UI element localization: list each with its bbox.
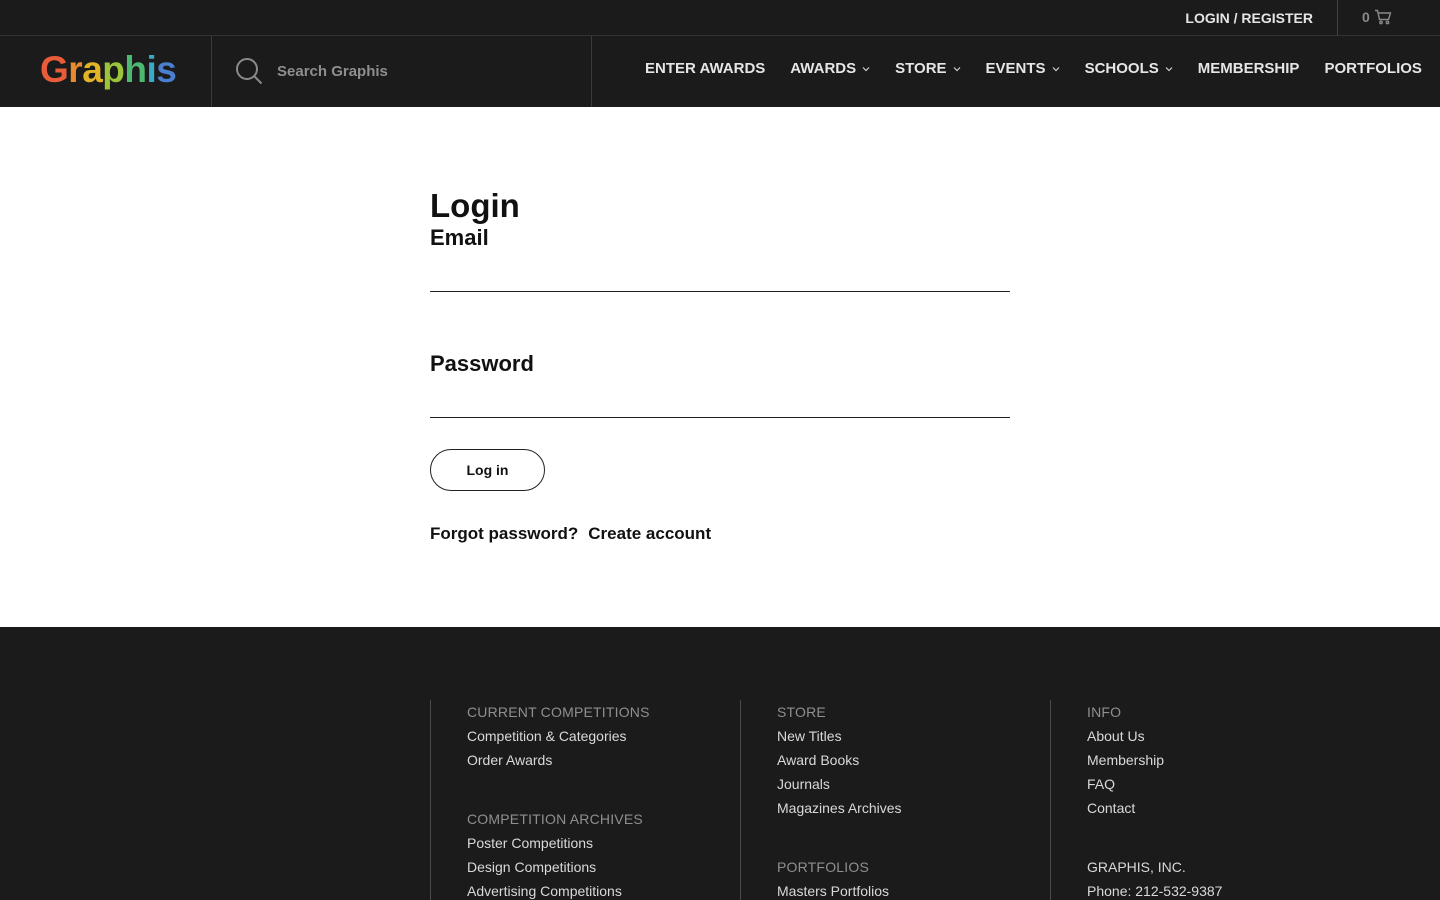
- nav-item-store[interactable]: STORE: [895, 60, 960, 77]
- main-nav: ENTER AWARDS AWARDS STORE EVENTS SCHOOLS MEMB…: [645, 60, 1422, 77]
- header-divider: [591, 36, 592, 107]
- footer-heading: CURRENT COMPETITIONS: [467, 704, 650, 720]
- company-phone: Phone: 212-532-9387: [1087, 883, 1223, 899]
- nav-item-label: MEMBERSHIP: [1197, 60, 1300, 77]
- nav-item-events[interactable]: EVENTS: [986, 60, 1060, 77]
- nav-item-enter-awards[interactable]: ENTER AWARDS: [645, 60, 765, 77]
- footer-link[interactable]: Design Competitions: [467, 855, 740, 879]
- chevron-down-icon: [953, 66, 960, 71]
- nav-item-label: AWARDS: [790, 60, 857, 77]
- main-header: Graphis ENTER AWARDS AWARDS STORE EVENTS SCH…: [0, 36, 1440, 107]
- footer-link[interactable]: Order Awards: [467, 748, 740, 772]
- nav-item-label: SCHOOLS: [1084, 60, 1159, 77]
- logo-letter: a: [82, 49, 103, 90]
- logo-letter: i: [146, 49, 157, 90]
- footer-link[interactable]: Award Books: [777, 748, 1050, 772]
- top-bar: LOGIN / REGISTER 0: [0, 0, 1440, 36]
- footer-heading: COMPETITION ARCHIVES: [467, 811, 643, 827]
- account-links: Forgot password? Create account: [430, 524, 721, 544]
- footer-link[interactable]: FAQ: [1087, 772, 1360, 796]
- footer-link[interactable]: Poster Competitions: [467, 831, 740, 855]
- footer-column-info: INFO About Us Membership FAQ Contact GRA…: [1050, 700, 1360, 900]
- company-name: GRAPHIS, INC.: [1087, 859, 1186, 875]
- footer-link[interactable]: About Us: [1087, 724, 1360, 748]
- chevron-down-icon: [1052, 66, 1059, 71]
- chevron-down-icon: [862, 66, 870, 71]
- nav-item-label: STORE: [895, 60, 947, 77]
- logo-letter: h: [124, 49, 147, 90]
- site-footer: CURRENT COMPETITIONS Competition & Categ…: [0, 627, 1440, 900]
- cart-button[interactable]: 0: [1362, 9, 1392, 25]
- logo-letter: G: [40, 49, 69, 90]
- search-bar: [235, 56, 575, 86]
- footer-heading: INFO: [1087, 704, 1122, 720]
- logo-letter: s: [156, 49, 177, 90]
- search-icon[interactable]: [235, 57, 263, 85]
- header-divider: [211, 36, 212, 107]
- logo-letter: r: [68, 49, 83, 90]
- nav-item-membership[interactable]: MEMBERSHIP: [1198, 60, 1300, 77]
- cart-icon: [1374, 9, 1392, 25]
- footer-column-competitions: CURRENT COMPETITIONS Competition & Categ…: [430, 700, 740, 900]
- graphis-logo[interactable]: Graphis: [40, 49, 177, 90]
- chevron-down-icon: [1165, 66, 1173, 71]
- footer-heading: PORTFOLIOS: [777, 859, 869, 875]
- email-label: Email: [430, 225, 489, 250]
- footer-column-store: STORE New Titles Award Books Journals Ma…: [740, 700, 1050, 900]
- login-button[interactable]: Log in: [430, 449, 545, 491]
- nav-item-portfolios[interactable]: PORTFOLIOS: [1324, 60, 1422, 77]
- page-title: Login: [430, 187, 520, 224]
- nav-item-awards[interactable]: AWARDS: [790, 60, 870, 77]
- footer-link[interactable]: Membership: [1087, 748, 1360, 772]
- footer-link[interactable]: New Titles: [777, 724, 1050, 748]
- footer-link[interactable]: Advertising Competitions: [467, 879, 740, 900]
- footer-link[interactable]: Competition & Categories: [467, 724, 740, 748]
- footer-heading: STORE: [777, 704, 826, 720]
- nav-item-label: PORTFOLIOS: [1324, 60, 1422, 77]
- footer-link[interactable]: Journals: [777, 772, 1050, 796]
- footer-link[interactable]: Masters Portfolios: [777, 879, 1050, 900]
- cart-count: 0: [1362, 9, 1370, 25]
- forgot-password-link[interactable]: Forgot password?: [430, 524, 578, 544]
- nav-item-label: EVENTS: [985, 60, 1046, 77]
- email-field[interactable]: [430, 260, 1010, 292]
- logo-letter: p: [102, 49, 125, 90]
- nav-item-label: ENTER AWARDS: [645, 60, 766, 77]
- nav-item-schools[interactable]: SCHOOLS: [1085, 60, 1173, 77]
- footer-link[interactable]: Magazines Archives: [777, 796, 1050, 820]
- login-register-link[interactable]: LOGIN / REGISTER: [1185, 10, 1313, 26]
- password-field[interactable]: [430, 386, 1010, 418]
- footer-link[interactable]: Contact: [1087, 796, 1360, 820]
- password-label: Password: [430, 351, 534, 376]
- top-bar-divider: [1337, 0, 1338, 36]
- search-input[interactable]: [277, 62, 557, 80]
- create-account-link[interactable]: Create account: [588, 524, 711, 544]
